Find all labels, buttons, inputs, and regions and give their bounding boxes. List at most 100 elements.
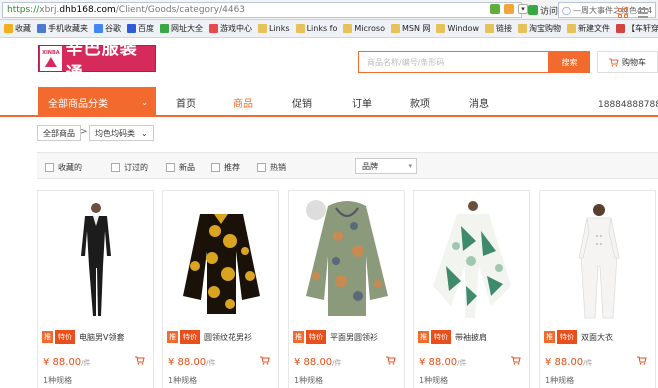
search-input[interactable]: 商品名称/编号/条形码 [358,51,549,73]
bookmark-label: 谷歌 [105,24,121,33]
filter-ordered[interactable]: 订过的 [111,162,148,173]
lightning-icon[interactable] [504,4,514,14]
brand-select-label: 品牌 [362,161,378,171]
bookmark-item[interactable]: 收藏 [4,23,31,34]
filter-favorites[interactable]: 收藏的 [45,162,82,173]
category-menu-button[interactable]: 全部商品分类 ⌄ [38,87,156,117]
breadcrumb-current-label: 均色均码类 [95,128,135,138]
bookmark-item[interactable]: 新建文件 [567,23,610,34]
bookmark-label: Links [269,24,290,33]
bookmark-item[interactable]: Links fo [295,24,337,33]
product-card[interactable]: 推 特价 平面男圆领衫 ¥ 88.00/件 1种规格 [288,190,405,388]
add-to-cart-icon[interactable] [637,356,647,365]
product-tags: 推 特价 圆领纹花男衫 [167,330,252,344]
bookmark-label: MSN 网 [401,24,431,33]
product-price: ¥ 88.00/件 [545,357,593,368]
game-icon [209,24,218,33]
grid-view-icon[interactable] [618,8,628,18]
checkbox[interactable] [166,163,175,172]
nav-item-promotion[interactable]: 促销 [292,95,312,110]
security-icon[interactable] [490,4,500,14]
add-to-cart-icon[interactable] [511,356,521,365]
breadcrumb-current[interactable]: 均色均码类 ⌄ [89,125,154,141]
checkbox[interactable] [45,163,54,172]
bookmark-item[interactable]: Microso [343,24,385,33]
product-price: ¥ 88.00/件 [294,357,342,368]
bookmark-item[interactable]: 链接 [485,23,512,34]
product-card[interactable]: 推 特价 圆领纹花男衫 ¥ 88.00/件 1种规格 [162,190,279,388]
list-view-icon[interactable] [638,8,648,18]
nav-item-home[interactable]: 首页 [176,95,196,110]
product-name[interactable]: 圆领纹花男衫 [204,332,252,343]
product-image[interactable] [296,196,399,321]
special-price-tag: 特价 [180,330,200,344]
bookmark-item[interactable]: MSN 网 [390,23,431,34]
filter-hot[interactable]: 热销 [257,162,286,173]
product-image[interactable] [421,196,524,321]
bookmark-item[interactable]: 游戏中心 [209,23,252,34]
google-icon [94,24,103,33]
add-to-cart-icon[interactable] [386,356,396,365]
logo-badge-text: XINBA [42,50,60,56]
bookmark-label: 手机收藏夹 [48,24,88,33]
product-image[interactable] [547,196,650,321]
product-card[interactable]: 推 特价 带袖披肩 ¥ 88.00/件 1种规格 [413,190,530,388]
bookmark-item[interactable]: 手机收藏夹 [37,23,88,34]
url-path: /Client/Goods/category/4463 [115,5,246,15]
bookmark-item[interactable]: Links [258,24,290,33]
recommend-tag: 推 [167,331,178,343]
nav-item-goods[interactable]: 商品 [233,95,253,110]
user-phone[interactable]: 18884888788 › [598,100,658,110]
checkbox[interactable] [111,163,120,172]
url-input[interactable]: https:// xbrj. dhb168.com /Client/Goods/… [2,2,522,18]
star-icon [4,24,13,33]
product-price: ¥ 88.00/件 [419,357,467,368]
folder-icon [518,24,528,33]
category-menu-label: 全部商品分类 [48,98,108,110]
product-image[interactable] [170,196,273,321]
bookmark-item[interactable]: 谷歌 [94,23,121,34]
add-to-cart-icon[interactable] [135,356,145,365]
goto-label: 访问 [540,6,559,17]
checkbox[interactable] [257,163,266,172]
special-price-tag: 特价 [306,330,326,344]
cart-icon [609,58,619,67]
bookmark-item[interactable]: 淘宝购物 [518,23,561,34]
filter-label: 订过的 [124,163,148,172]
bookmark-item[interactable]: 网址大全 [160,23,203,34]
product-name[interactable]: 双面大衣 [581,332,613,343]
nav-item-messages[interactable]: 消息 [469,95,489,110]
product-name[interactable]: 电脑男V领套 [79,332,124,343]
filter-label: 热销 [270,163,286,172]
breadcrumb-root[interactable]: 全部商品 [37,125,81,141]
bookmark-label: 淘宝购物 [529,24,562,33]
product-name[interactable]: 带袖披肩 [455,332,487,343]
product-spec: 1种规格 [419,376,449,385]
product-card[interactable]: 推 特价 电脑男V领套 ¥ 88.00/件 1种规格 [37,190,154,388]
dropdown-icon[interactable]: ▾ [518,4,528,14]
product-name[interactable]: 平面男圆领衫 [330,332,378,343]
search-button[interactable]: 搜索 [549,51,590,73]
product-card[interactable]: 推 特价 双面大衣 ¥ 88.00/件 1种规格 [539,190,656,388]
bookmark-item[interactable]: Window [436,24,479,33]
goto-button[interactable]: 访问 [528,3,558,17]
folder-icon [436,24,446,33]
filter-recommended[interactable]: 推荐 [211,162,240,173]
add-to-cart-icon[interactable] [260,356,270,365]
site-logo[interactable]: XINBA 辛巴服装通 [38,39,156,84]
main-nav: 全部商品分类 ⌄ 首页 商品 促销 订单 款项 消息 18884888788 › [0,87,658,117]
product-tags: 推 特价 平面男圆领衫 [293,330,378,344]
nav-item-payments[interactable]: 款项 [410,95,430,110]
nav-item-orders[interactable]: 订单 [352,95,372,110]
cart-button[interactable]: 购物车 [597,51,658,73]
brand-select[interactable]: 品牌 ▾ [355,158,417,174]
filter-label: 新品 [179,163,195,172]
filter-label: 推荐 [224,163,240,172]
product-price: ¥ 88.00/件 [168,357,216,368]
product-image[interactable] [45,196,148,321]
bookmark-item[interactable]: 百度 [127,23,154,34]
bookmark-label: Microso [354,24,385,33]
filter-new[interactable]: 新品 [166,162,195,173]
checkbox[interactable] [211,163,220,172]
bookmark-item[interactable]: 【车轩穿 [616,23,658,34]
